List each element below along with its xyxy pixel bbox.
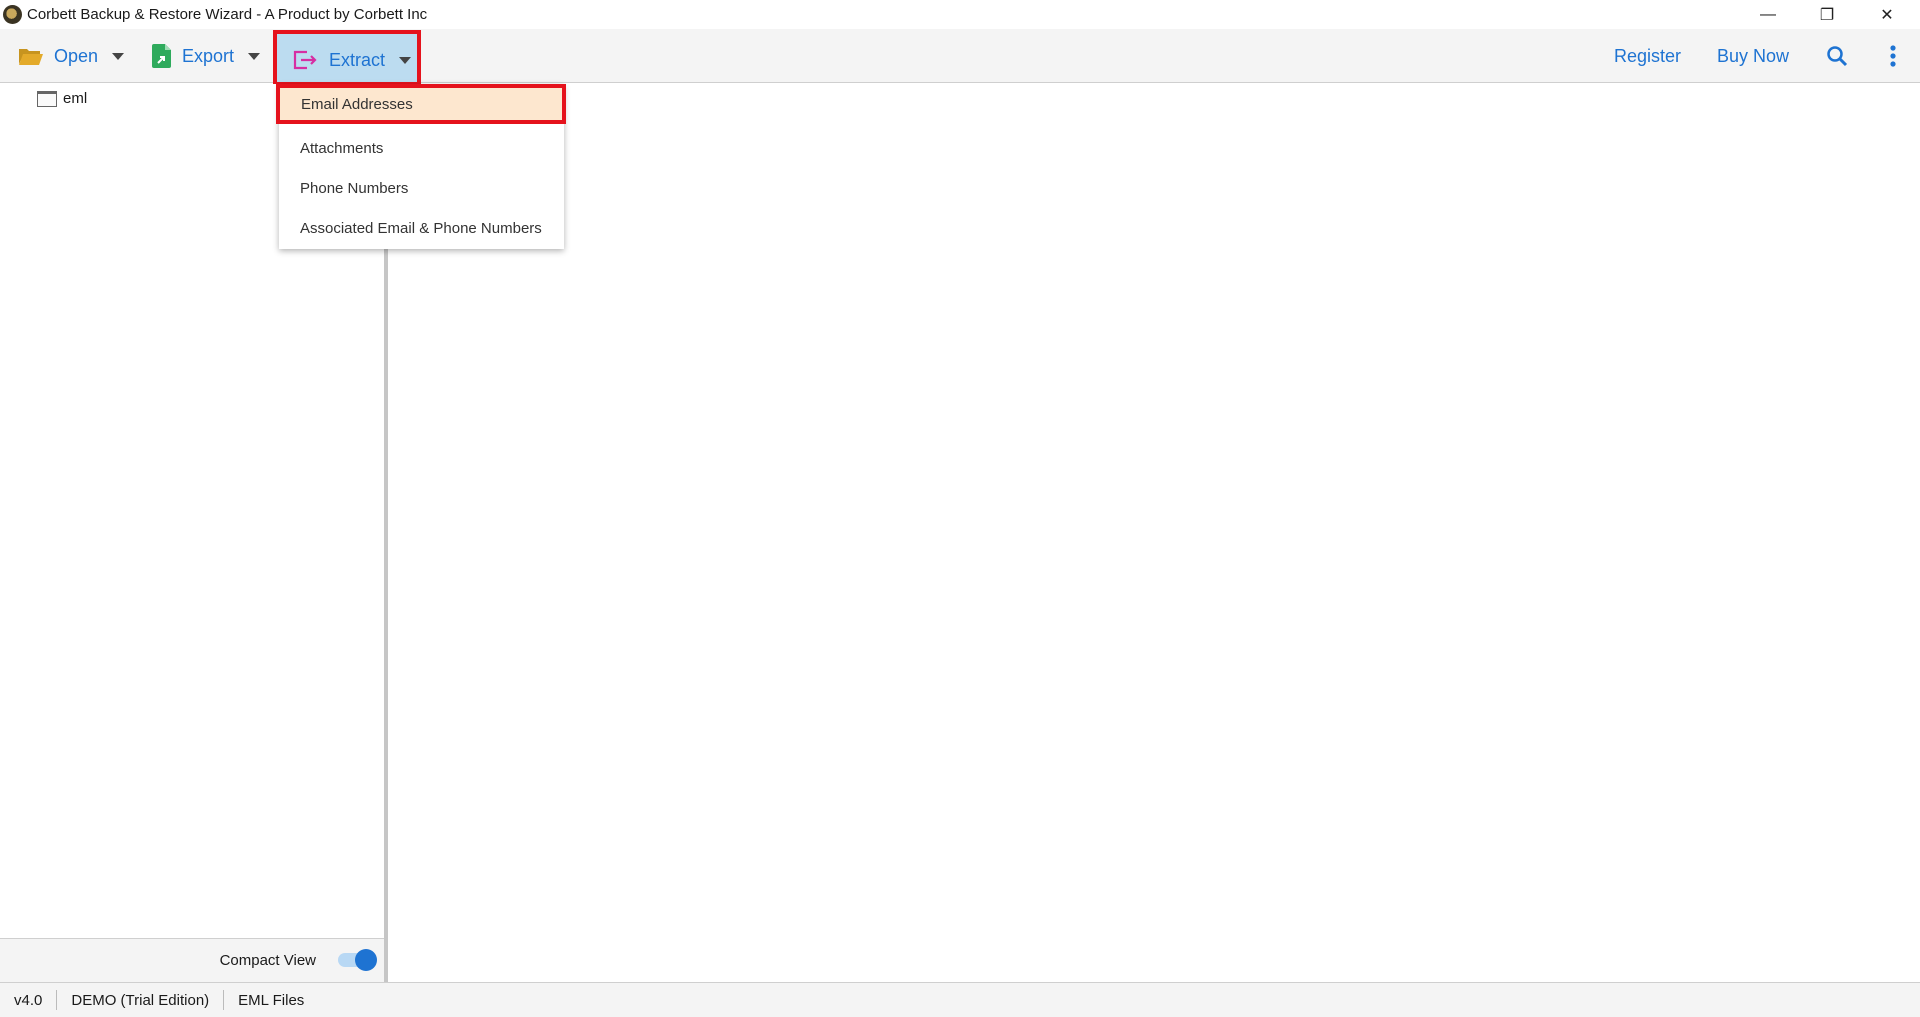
export-dropdown-caret-icon[interactable] [248,52,261,60]
close-button[interactable]: ✕ [1858,0,1916,29]
compact-view-toggle-knob[interactable] [355,949,377,971]
tree-item-label: eml [63,90,88,107]
compact-view-bar: Compact View [0,938,384,982]
restore-button[interactable]: ❐ [1798,0,1856,29]
title-bar: Corbett Backup & Restore Wizard - A Prod… [0,0,1920,29]
open-dropdown-caret-icon[interactable] [112,52,125,60]
extract-dropdown-caret-icon[interactable] [399,56,412,64]
folder-open-icon [19,49,43,65]
open-label: Open [54,45,99,66]
file-type-label: EML Files [238,991,305,1009]
menu-item-email-addresses[interactable]: Email Addresses [276,84,566,124]
edition-label: DEMO (Trial Edition) [71,991,210,1009]
compact-view-label: Compact View [219,952,316,969]
search-button[interactable] [1826,29,1848,83]
more-options-button[interactable] [1889,29,1897,83]
register-link[interactable]: Register [1614,29,1681,83]
menu-item-associated-email-phone[interactable]: Associated Email & Phone Numbers [279,208,564,248]
export-button[interactable]: Export [152,29,261,83]
extract-dropdown-menu: Email Addresses Attachments Phone Number… [276,84,566,249]
more-vertical-icon [1890,45,1896,67]
menu-item-attachments[interactable]: Attachments [279,128,564,168]
minimize-button[interactable]: — [1739,0,1797,29]
window-title: Corbett Backup & Restore Wizard - A Prod… [27,6,428,23]
extract-button[interactable]: Extract [273,30,421,86]
export-file-icon [152,44,171,68]
version-label: v4.0 [14,991,43,1009]
buy-now-link[interactable]: Buy Now [1717,29,1789,83]
status-bar: v4.0 DEMO (Trial Edition) EML Files [0,982,1920,1017]
open-button[interactable]: Open [18,29,125,83]
export-label: Export [182,45,235,66]
app-logo-icon [3,5,22,24]
extract-button-content: Extract [293,32,412,88]
tree-item-eml[interactable]: eml [37,90,87,107]
menu-item-phone-numbers[interactable]: Phone Numbers [279,168,564,208]
folder-icon [37,90,57,107]
extract-icon [293,50,317,70]
search-icon [1827,46,1848,67]
extract-label: Extract [329,49,386,70]
